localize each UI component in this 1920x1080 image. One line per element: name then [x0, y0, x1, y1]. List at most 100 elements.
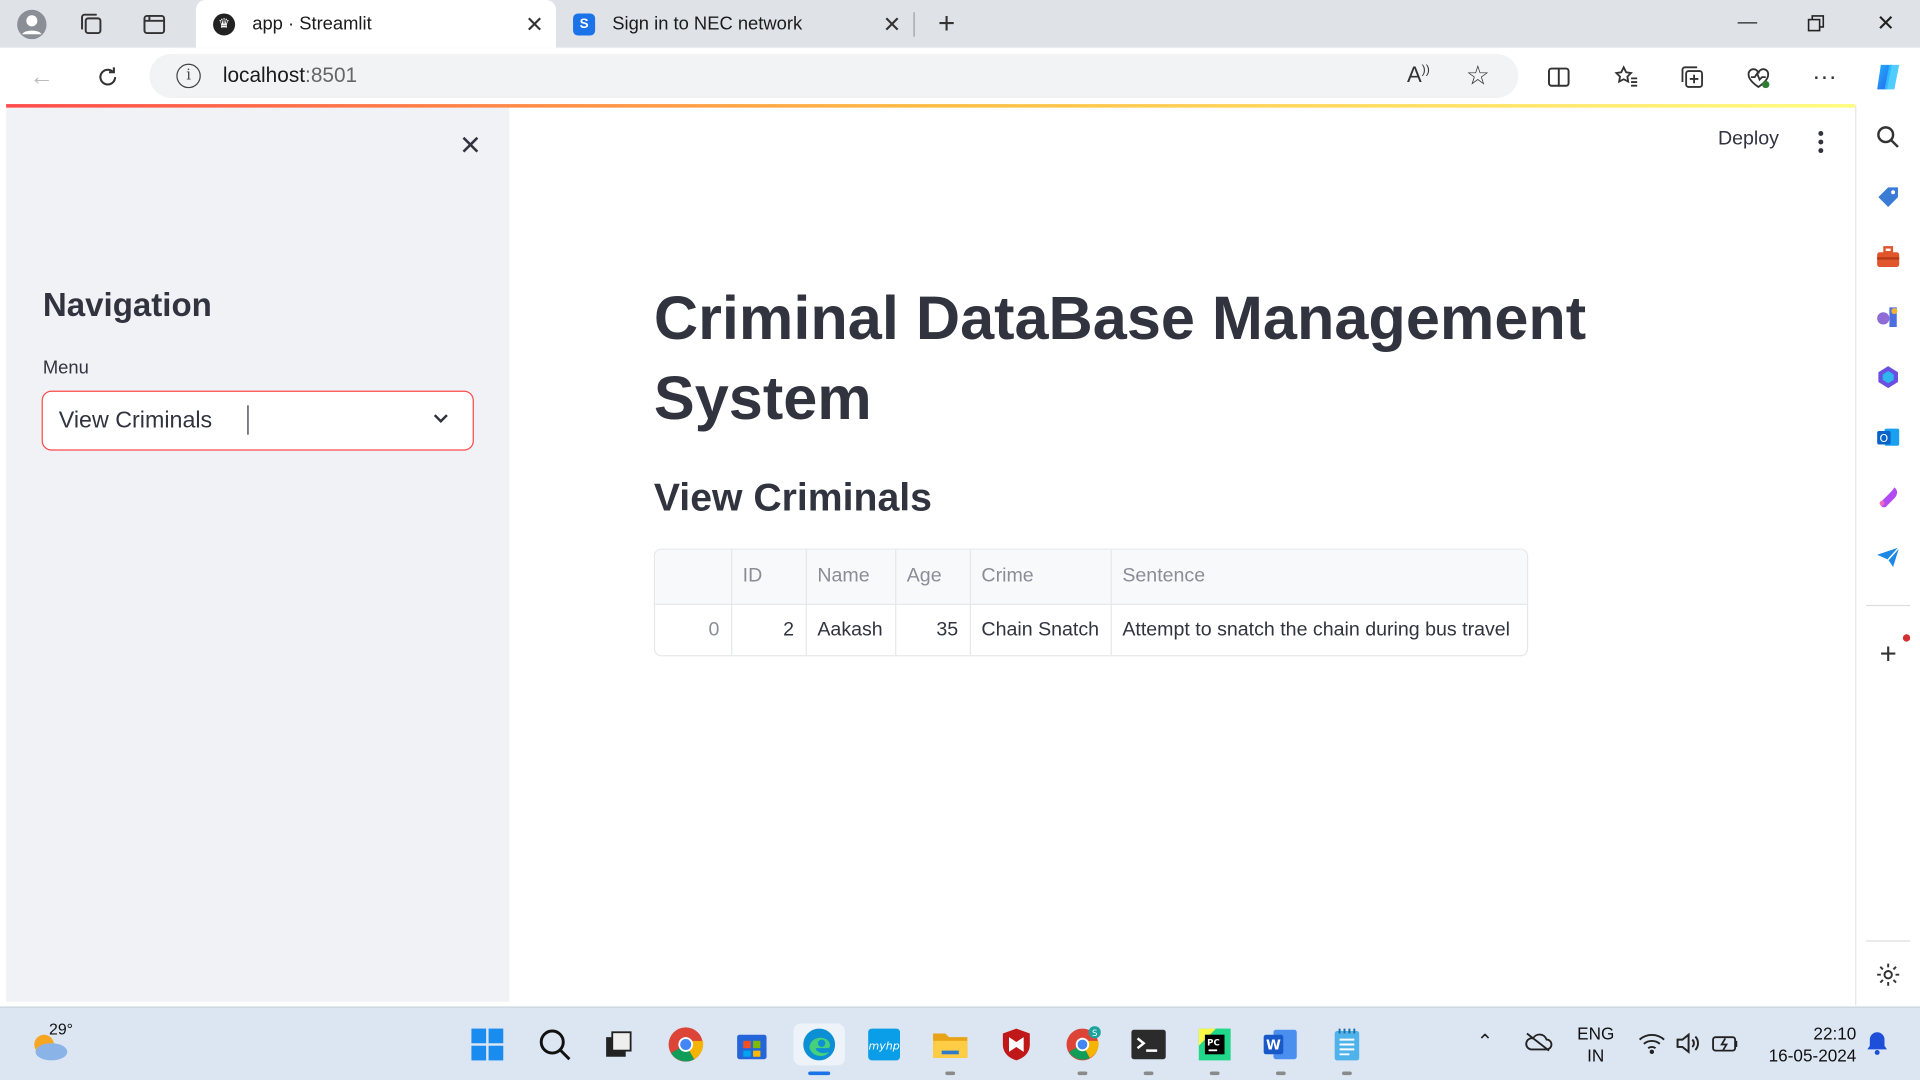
- tab-app-streamlit[interactable]: ♛ app · Streamlit ✕: [195, 0, 556, 48]
- battery-charging-icon[interactable]: [1712, 1033, 1741, 1059]
- edge-browser-icon[interactable]: [793, 1023, 845, 1076]
- games-icon[interactable]: [1873, 302, 1902, 331]
- tab-actions-icon[interactable]: [138, 9, 170, 41]
- weather-widget[interactable]: 29°: [27, 1020, 76, 1069]
- running-app-indicator: [1275, 1071, 1286, 1076]
- microsoft-store-icon[interactable]: [731, 1024, 773, 1066]
- site-info-icon[interactable]: i: [176, 63, 201, 89]
- mcafee-icon[interactable]: [996, 1024, 1038, 1066]
- tab-divider: [913, 12, 915, 37]
- show-hidden-icons-chevron-icon[interactable]: ⌃: [1477, 1030, 1493, 1054]
- chrome-icon[interactable]: [665, 1024, 707, 1066]
- streamlit-crown-icon: ♛: [213, 12, 236, 35]
- deploy-button[interactable]: Deploy: [1718, 129, 1779, 151]
- address-bar[interactable]: i localhost:8501 A)) ☆: [149, 53, 1519, 98]
- add-plus-icon[interactable]: +: [1873, 638, 1902, 671]
- send-telegram-icon[interactable]: [1873, 542, 1902, 571]
- profile-icon[interactable]: [16, 9, 48, 41]
- notepad-icon[interactable]: [1326, 1024, 1368, 1076]
- notification-bell-icon[interactable]: [1866, 1031, 1888, 1062]
- cell-age[interactable]: 35: [895, 603, 971, 656]
- cell-id[interactable]: 2: [731, 603, 807, 656]
- workspaces-icon[interactable]: [76, 9, 108, 41]
- wifi-icon[interactable]: [1638, 1032, 1665, 1060]
- chrome-profile-icon[interactable]: S: [1062, 1024, 1104, 1076]
- copilot-icon[interactable]: [1870, 59, 1907, 96]
- taskbar-search-icon[interactable]: [534, 1024, 576, 1066]
- favorites-icon[interactable]: [1610, 61, 1642, 93]
- terminal-icon[interactable]: [1128, 1024, 1170, 1076]
- menu-select[interactable]: View Criminals: [41, 390, 474, 451]
- cell-crime[interactable]: Chain Snatch: [969, 603, 1112, 656]
- task-view-icon[interactable]: [598, 1024, 640, 1066]
- edge-divider: [1866, 604, 1911, 607]
- favorite-star-icon[interactable]: ☆: [1466, 60, 1490, 92]
- running-app-indicator: [1143, 1071, 1154, 1076]
- search-icon[interactable]: [1873, 122, 1902, 151]
- clock-date: 16-05-2024: [1768, 1045, 1857, 1066]
- tools-briefcase-icon[interactable]: [1873, 242, 1902, 271]
- page-title: Criminal DataBase Management System: [653, 284, 1587, 433]
- s-logo-icon: S: [573, 12, 596, 35]
- cell-name[interactable]: Aakash: [805, 603, 896, 656]
- system-clock[interactable]: 22:10 16-05-2024: [1761, 1022, 1857, 1066]
- language-indicator[interactable]: ENG IN: [1577, 1022, 1614, 1066]
- url-port: :8501: [305, 63, 358, 87]
- chevron-down-icon[interactable]: [429, 407, 453, 431]
- main-menu-kebab-icon[interactable]: [1815, 130, 1827, 154]
- myhp-icon[interactable]: myhp: [863, 1024, 905, 1066]
- menu-selected-value: View Criminals: [58, 407, 213, 434]
- column-header-age[interactable]: Age: [895, 549, 971, 605]
- split-screen-icon[interactable]: [1543, 61, 1575, 93]
- column-header-crime[interactable]: Crime: [969, 549, 1112, 605]
- reload-icon[interactable]: [92, 61, 124, 93]
- back-arrow-icon[interactable]: ←: [26, 61, 58, 93]
- section-title: View Criminals: [653, 475, 932, 520]
- designer-icon[interactable]: [1873, 482, 1902, 511]
- sidebar-title: Navigation: [42, 286, 212, 324]
- criminals-table: ID Name Age Crime Sentence 0 2 Aakash 35…: [655, 549, 1527, 656]
- shopping-tag-icon[interactable]: [1873, 182, 1902, 211]
- cell-index[interactable]: 0: [655, 603, 732, 656]
- microsoft-365-icon[interactable]: [1873, 362, 1902, 391]
- pycharm-icon[interactable]: PC: [1194, 1024, 1236, 1076]
- column-header-id[interactable]: ID: [731, 549, 807, 605]
- close-window-icon[interactable]: ✕: [1861, 7, 1910, 39]
- outlook-icon[interactable]: O: [1873, 422, 1902, 451]
- cell-sentence[interactable]: Attempt to snatch the chain during bus t…: [1111, 604, 1527, 655]
- settings-gear-icon[interactable]: [1873, 960, 1902, 989]
- tab-title: app · Streamlit: [252, 13, 372, 35]
- running-app-indicator: [945, 1071, 956, 1076]
- collections-icon[interactable]: [1676, 61, 1708, 93]
- browser-tab-strip: ♛ app · Streamlit ✕ S Sign in to NEC net…: [0, 0, 1920, 48]
- browser-toolbar: ← i localhost:8501 A)) ☆ ···: [0, 47, 1920, 106]
- more-options-icon[interactable]: ···: [1809, 61, 1841, 93]
- streamlit-main: Deploy Criminal DataBase Management Syst…: [509, 107, 1854, 1002]
- column-header-name[interactable]: Name: [805, 549, 896, 605]
- minimize-icon[interactable]: —: [1723, 7, 1772, 39]
- new-tab-plus-icon[interactable]: +: [931, 7, 963, 41]
- table-row: 0 2 Aakash 35 Chain Snatch Attempt to sn…: [655, 603, 1527, 656]
- close-sidebar-icon[interactable]: ✕: [459, 130, 482, 162]
- read-aloud-icon[interactable]: A)): [1407, 62, 1430, 88]
- column-header-index[interactable]: [655, 549, 732, 605]
- windows-start-icon[interactable]: [467, 1024, 509, 1066]
- column-header-sentence[interactable]: Sentence: [1110, 549, 1527, 605]
- edge-divider: [1866, 940, 1911, 942]
- close-tab-icon[interactable]: ✕: [525, 12, 543, 38]
- restore-icon[interactable]: [1791, 7, 1840, 39]
- clock-time: 22:10: [1813, 1023, 1857, 1044]
- svg-text:W: W: [1266, 1038, 1281, 1053]
- criminals-dataframe[interactable]: ID Name Age Crime Sentence 0 2 Aakash 35…: [653, 548, 1529, 657]
- region-code: IN: [1587, 1045, 1605, 1066]
- close-tab-icon[interactable]: ✕: [883, 12, 901, 38]
- url-text[interactable]: localhost:8501: [223, 64, 357, 88]
- onedrive-offline-icon[interactable]: [1523, 1031, 1553, 1059]
- running-app-indicator: [1342, 1071, 1352, 1076]
- url-host: localhost: [222, 63, 306, 87]
- browser-essentials-icon[interactable]: [1742, 61, 1774, 93]
- file-explorer-icon[interactable]: [929, 1024, 971, 1076]
- volume-icon[interactable]: [1675, 1031, 1702, 1062]
- word-icon[interactable]: W: [1260, 1024, 1302, 1076]
- tab-nec-signin[interactable]: S Sign in to NEC network ✕: [556, 0, 914, 48]
